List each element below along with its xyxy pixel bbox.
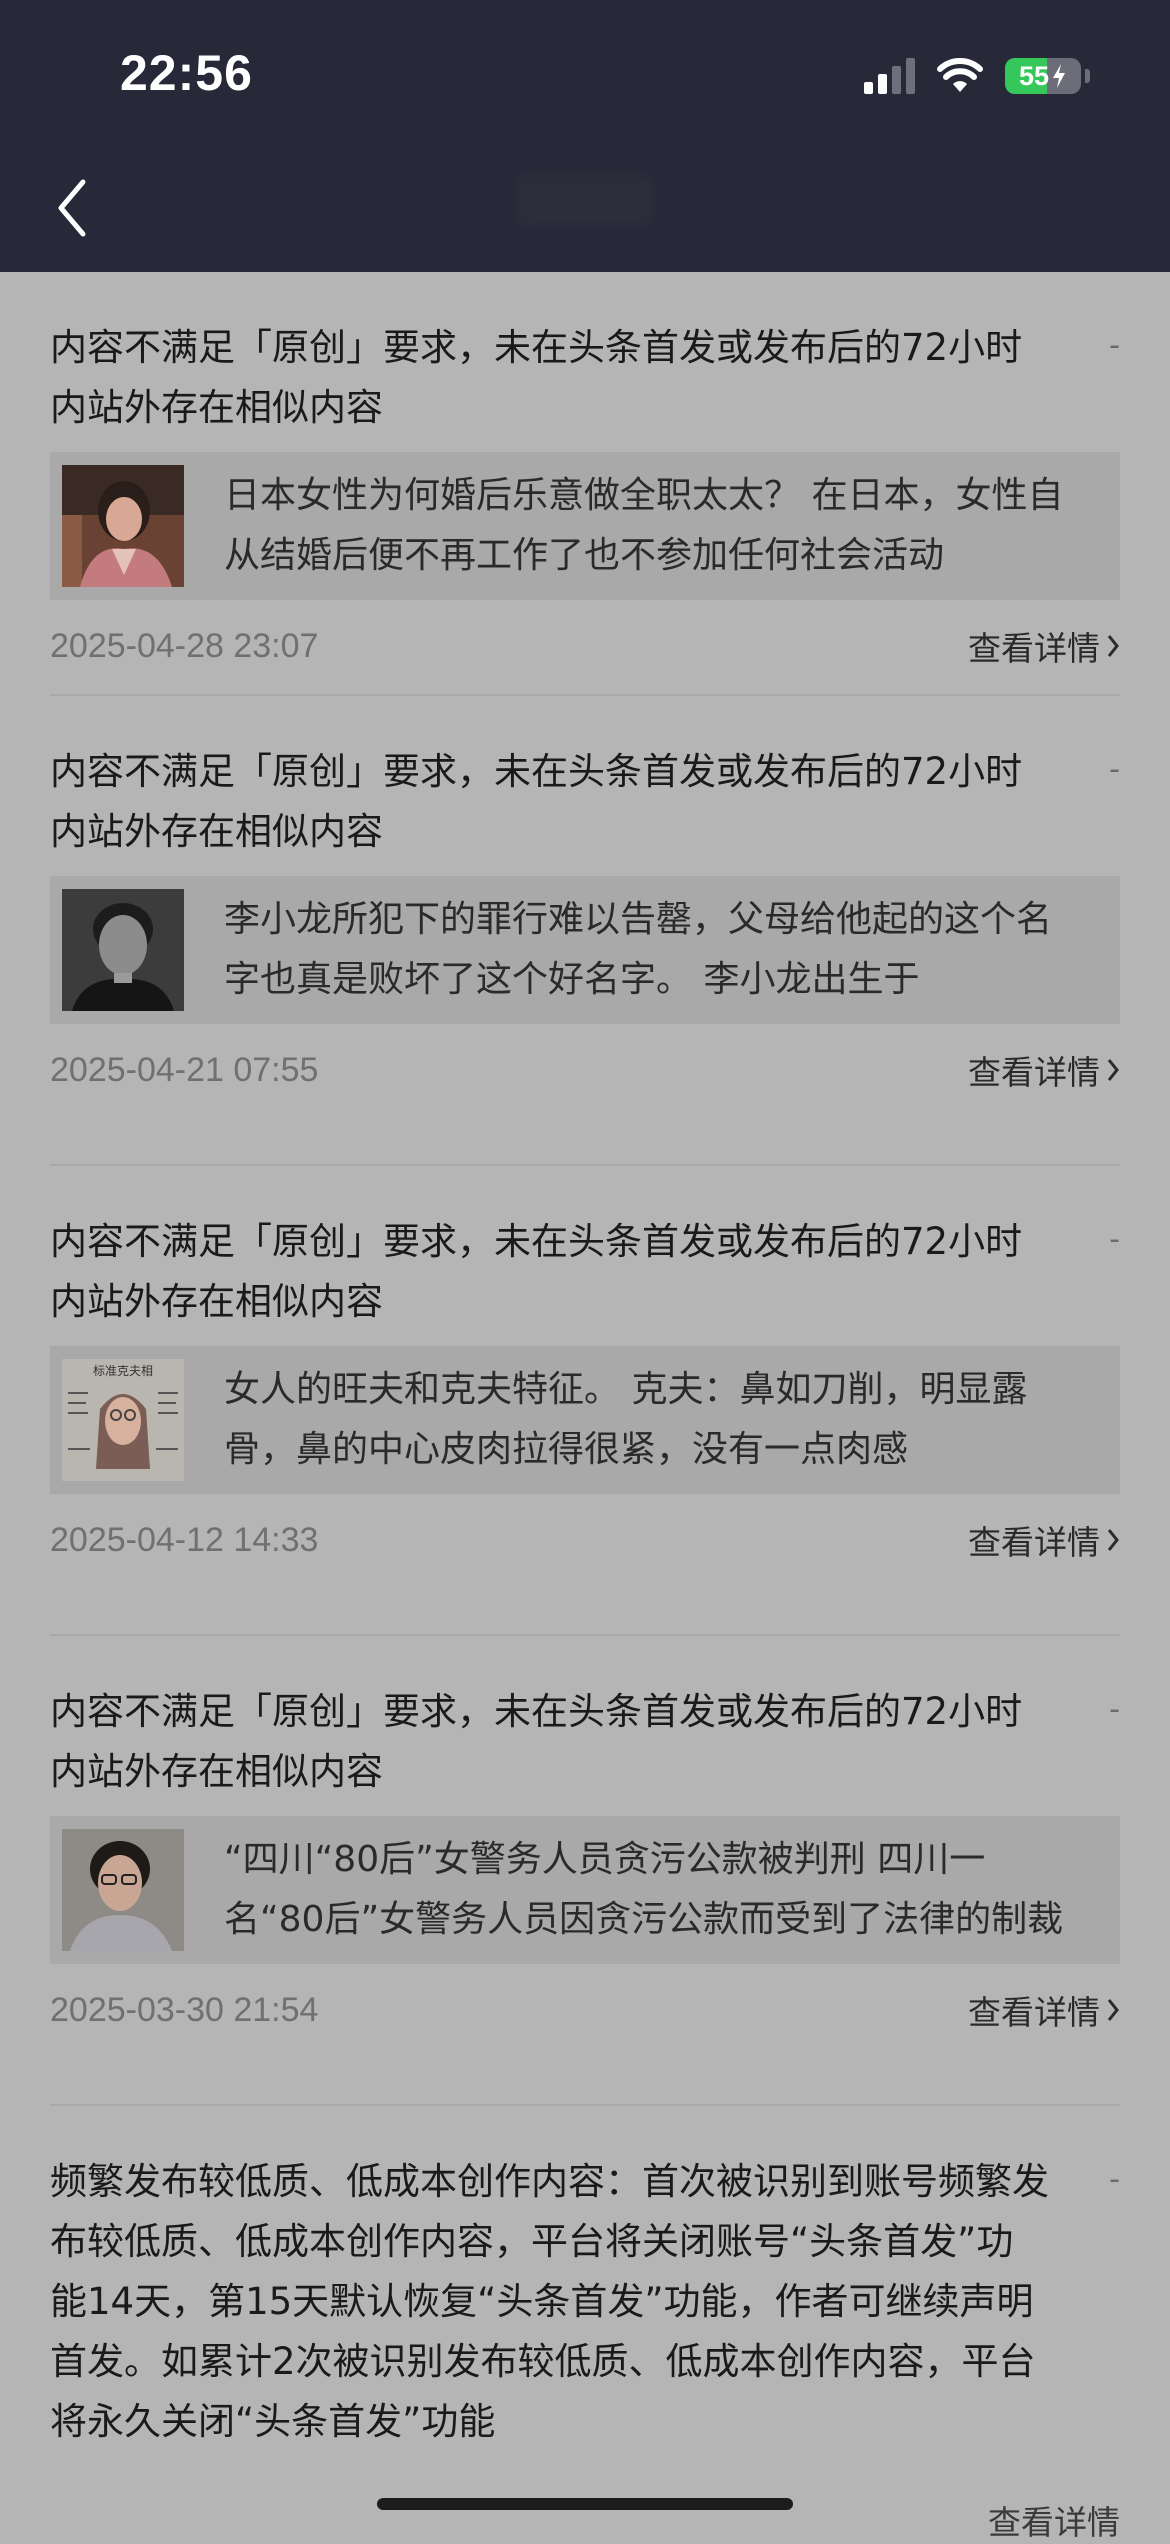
view-details-label: 查看详情 — [968, 1053, 1100, 1092]
status-time: 22:56 — [120, 45, 253, 101]
item-title: 内容不满足「原创」要求，未在头条首发或发布后的72小时内站外存在相似内容 — [50, 750, 1023, 853]
item-dash: - — [1109, 2162, 1120, 2197]
content-preview[interactable]: 标准克夫相 女人的旺夫和克夫特征。 克夫：鼻如刀削，明显露骨，鼻的中心皮肉拉得很… — [50, 1346, 1120, 1494]
list-item: 内容不满足「原创」要求，未在头条首发或发布后的72小时内站外存在相似内容 - 日… — [50, 272, 1120, 696]
view-details-label: 查看详情 — [968, 1993, 1100, 2032]
thumb-caption: 标准克夫相 — [93, 1364, 153, 1378]
item-date: 2025-03-30 21:54 — [50, 1990, 319, 2029]
preview-text: 李小龙所犯下的罪行难以告罄，父母给他起的这个名字也真是败坏了这个好名字。 李小龙… — [224, 899, 1053, 1000]
chevron-right-icon — [1107, 1999, 1119, 2021]
item-date: 2025-04-28 23:07 — [50, 626, 319, 665]
preview-text: 女人的旺夫和克夫特征。 克夫：鼻如刀削，明显露骨，鼻的中心皮肉拉得很紧，没有一点… — [224, 1369, 1028, 1470]
content-preview[interactable]: 李小龙所犯下的罪行难以告罄，父母给他起的这个名字也真是败坏了这个好名字。 李小龙… — [50, 876, 1120, 1024]
item-meta: 2025-04-12 14:33 查看详情 — [50, 1516, 1120, 1564]
man-portrait-thumbnail — [62, 889, 184, 1011]
content-preview[interactable]: “四川“80后”女警务人员贪污公款被判刑 四川一名“80后”女警务人员因贪污公款… — [50, 1816, 1120, 1964]
chevron-right-icon — [1107, 635, 1119, 657]
item-title: 频繁发布较低质、低成本创作内容：首次被识别到账号频繁发布较低质、低成本创作内容，… — [50, 2160, 1049, 2443]
chevron-right-icon — [1107, 1529, 1119, 1551]
status-icons: 55 — [864, 58, 1090, 94]
woman-with-glasses-thumbnail — [62, 1829, 184, 1951]
item-meta: 2025-03-30 21:54 查看详情 — [50, 1986, 1120, 2034]
app-header: 22:56 55 ████ — [0, 0, 1170, 272]
face-diagram-thumbnail: 标准克夫相 — [62, 1359, 184, 1481]
woman-in-kimono-thumbnail — [62, 465, 184, 587]
item-date: 2025-04-12 14:33 — [50, 1520, 319, 1559]
item-dash: - — [1109, 328, 1120, 363]
view-details-label: 查看详情 — [968, 1523, 1100, 1562]
item-title: 内容不满足「原创」要求，未在头条首发或发布后的72小时内站外存在相似内容 — [50, 1220, 1023, 1323]
item-date: 2025-04-21 07:55 — [50, 1050, 319, 1089]
view-details-link[interactable]: 查看详情 — [968, 622, 1120, 670]
item-dash: - — [1109, 1692, 1120, 1727]
view-details-link[interactable]: 查看详情 — [968, 1986, 1120, 2034]
page-title: ████ — [517, 176, 653, 227]
list-item: 内容不满足「原创」要求，未在头条首发或发布后的72小时内站外存在相似内容 - 标… — [50, 1166, 1120, 1636]
item-title: 内容不满足「原创」要求，未在头条首发或发布后的72小时内站外存在相似内容 — [50, 326, 1023, 429]
view-details-link[interactable]: 查看详情 — [968, 1516, 1120, 1564]
item-meta: 2025-04-21 07:55 查看详情 — [50, 1046, 1120, 1094]
view-details-link[interactable]: 查看详情 — [968, 1046, 1120, 1094]
item-meta: 2025-04-28 23:07 查看详情 — [50, 622, 1120, 670]
signal-icon — [864, 58, 915, 94]
view-details-link[interactable]: 查看详情 — [988, 2496, 1120, 2544]
item-dash: - — [1109, 1222, 1120, 1257]
wifi-icon — [937, 58, 983, 92]
preview-text: “四川“80后”女警务人员贪污公款被判刑 四川一名“80后”女警务人员因贪污公款… — [224, 1839, 1064, 1940]
item-title: 内容不满足「原创」要求，未在头条首发或发布后的72小时内站外存在相似内容 — [50, 1690, 1023, 1793]
battery-level: 55 — [1018, 60, 1050, 91]
home-indicator[interactable] — [377, 2498, 793, 2510]
view-details-label: 查看详情 — [968, 629, 1100, 668]
chevron-right-icon — [1107, 1059, 1119, 1081]
preview-text: 日本女性为何婚后乐意做全职太太？ 在日本，女性自从结婚后便不再工作了也不参加任何… — [224, 475, 1064, 576]
list-item: 内容不满足「原创」要求，未在头条首发或发布后的72小时内站外存在相似内容 - “… — [50, 1636, 1120, 2106]
item-dash: - — [1109, 752, 1120, 787]
list-item: 内容不满足「原创」要求，未在头条首发或发布后的72小时内站外存在相似内容 - 李… — [50, 696, 1120, 1166]
battery-cap — [1085, 69, 1090, 83]
content-preview[interactable]: 日本女性为何婚后乐意做全职太太？ 在日本，女性自从结婚后便不再工作了也不参加任何… — [50, 452, 1120, 600]
list-item: 频繁发布较低质、低成本创作内容：首次被识别到账号频繁发布较低质、低成本创作内容，… — [50, 2106, 1120, 2452]
battery-charging-icon: 55 — [1005, 58, 1081, 94]
view-details-label: 查看详情 — [988, 2503, 1120, 2542]
notification-list: 内容不满足「原创」要求，未在头条首发或发布后的72小时内站外存在相似内容 - 日… — [0, 272, 1170, 2452]
